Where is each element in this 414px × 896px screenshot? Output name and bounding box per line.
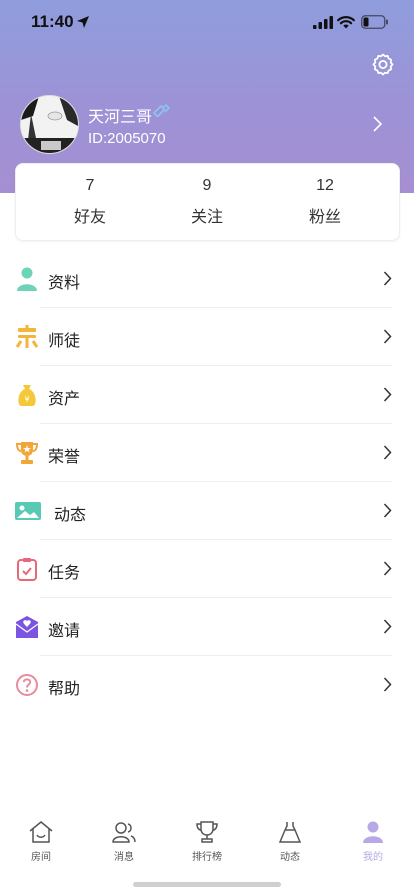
chevron-right-icon bbox=[383, 271, 392, 286]
trophy-icon bbox=[15, 442, 39, 464]
menu-item-tasks[interactable]: 任务 bbox=[0, 540, 414, 598]
stat-friends[interactable]: 7 好友 bbox=[26, 164, 154, 240]
menu-label-profile: 资料 bbox=[48, 273, 81, 292]
cellular-signal-icon bbox=[313, 16, 333, 29]
following-label: 关注 bbox=[190, 207, 223, 226]
menu-list: 资料 师徒 ¥ 资产 荣誉 动态 任务 邀请 帮助 bbox=[0, 250, 414, 714]
me-icon bbox=[363, 821, 383, 843]
avatar[interactable] bbox=[20, 95, 79, 154]
task-icon bbox=[17, 558, 37, 581]
mentor-icon bbox=[15, 325, 39, 348]
following-count: 9 bbox=[202, 177, 212, 194]
menu-label-help: 帮助 bbox=[48, 679, 81, 698]
location-arrow-icon bbox=[77, 16, 89, 28]
status-time: 11:40 bbox=[31, 12, 74, 31]
profile-row[interactable]: 天河三哥 ID:2005070 bbox=[0, 92, 414, 156]
menu-label-mentor: 师徒 bbox=[48, 331, 81, 350]
invite-envelope-icon bbox=[15, 616, 39, 638]
wifi-icon bbox=[337, 16, 355, 29]
tab-ranking[interactable]: 排行榜 bbox=[166, 812, 248, 872]
chevron-right-icon bbox=[383, 503, 392, 518]
fans-label: 粉丝 bbox=[308, 207, 341, 226]
stats-card: 7 好友 9 关注 12 粉丝 bbox=[15, 163, 400, 241]
status-bar: 11:40 bbox=[0, 0, 414, 46]
dress-icon bbox=[278, 822, 302, 843]
chevron-right-icon bbox=[383, 619, 392, 634]
chevron-right-icon bbox=[373, 116, 382, 132]
tab-rooms[interactable]: 房间 bbox=[0, 812, 82, 872]
tab-label-moments: 动态 bbox=[280, 852, 300, 863]
menu-label-honor: 荣誉 bbox=[48, 447, 81, 466]
person-icon bbox=[17, 267, 37, 291]
menu-label-moments: 动态 bbox=[54, 505, 87, 524]
menu-item-moments[interactable]: 动态 bbox=[0, 482, 414, 540]
image-icon bbox=[15, 502, 41, 520]
chevron-right-icon bbox=[383, 329, 392, 344]
ranking-trophy-icon bbox=[196, 821, 218, 843]
settings-gear-icon[interactable] bbox=[370, 52, 396, 78]
chevron-right-icon bbox=[383, 561, 392, 576]
messages-icon bbox=[112, 822, 136, 843]
menu-item-help[interactable]: 帮助 bbox=[0, 656, 414, 714]
menu-label-invite: 邀请 bbox=[48, 621, 81, 640]
friends-label: 好友 bbox=[73, 207, 106, 226]
menu-label-assets: 资产 bbox=[48, 389, 81, 408]
stat-fans[interactable]: 12 粉丝 bbox=[261, 164, 389, 240]
chevron-right-icon bbox=[383, 387, 392, 402]
tab-messages[interactable]: 消息 bbox=[83, 812, 165, 872]
tab-label-me: 我的 bbox=[363, 852, 383, 863]
friends-count: 7 bbox=[85, 177, 95, 194]
username: 天河三哥 bbox=[88, 107, 153, 126]
tab-label-messages: 消息 bbox=[114, 852, 134, 863]
battery-icon bbox=[361, 15, 388, 29]
avatar-image bbox=[21, 96, 78, 153]
money-bag-icon: ¥ bbox=[18, 385, 36, 406]
home-indicator bbox=[133, 882, 281, 887]
menu-item-honor[interactable]: 荣誉 bbox=[0, 424, 414, 482]
tab-label-ranking: 排行榜 bbox=[192, 852, 222, 863]
menu-item-mentor[interactable]: 师徒 bbox=[0, 308, 414, 366]
svg-text:¥: ¥ bbox=[24, 395, 29, 404]
verified-badge-icon bbox=[152, 104, 170, 118]
stat-following[interactable]: 9 关注 bbox=[143, 164, 271, 240]
tab-label-rooms: 房间 bbox=[31, 852, 51, 863]
chevron-right-icon bbox=[383, 445, 392, 460]
menu-item-assets[interactable]: ¥ 资产 bbox=[0, 366, 414, 424]
tab-me[interactable]: 我的 bbox=[332, 812, 414, 872]
menu-item-profile[interactable]: 资料 bbox=[0, 250, 414, 308]
menu-item-invite[interactable]: 邀请 bbox=[0, 598, 414, 656]
tab-moments[interactable]: 动态 bbox=[249, 812, 331, 872]
fans-count: 12 bbox=[316, 177, 334, 194]
house-icon bbox=[29, 821, 53, 843]
menu-label-tasks: 任务 bbox=[48, 563, 81, 582]
chevron-right-icon bbox=[383, 677, 392, 692]
help-icon bbox=[16, 674, 38, 696]
user-id: ID:2005070 bbox=[88, 130, 166, 147]
bottom-tab-bar: 房间 消息 排行榜 动态 我的 bbox=[0, 812, 414, 872]
